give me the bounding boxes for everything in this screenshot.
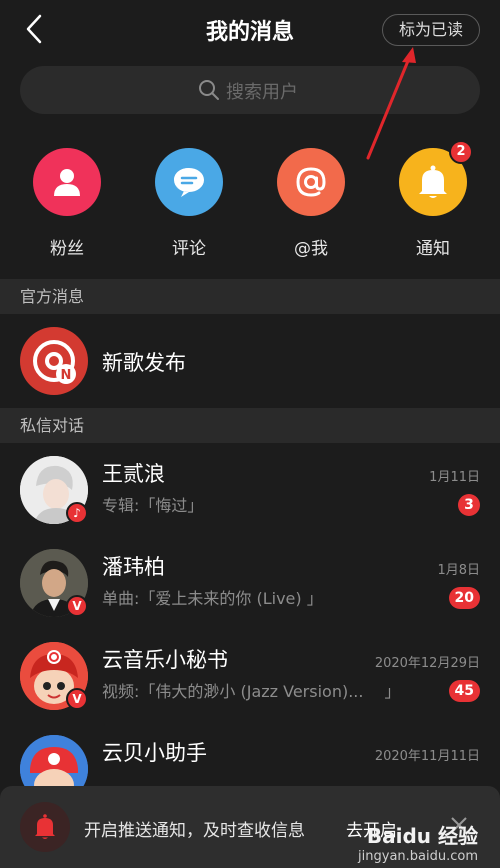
conversation-name: 云贝小助手 bbox=[102, 741, 207, 765]
category-label: @我 bbox=[294, 239, 328, 259]
conversation-item[interactable]: V 云音乐小秘书 视频:「伟大的渺小 (Jazz Version)... 」 2… bbox=[0, 630, 500, 722]
category-circle bbox=[33, 148, 101, 216]
conversation-preview: 专辑:「悔过」 bbox=[102, 496, 204, 515]
bell-container bbox=[20, 802, 70, 852]
conversation-preview: 视频:「伟大的渺小 (Jazz Version)... 」 bbox=[102, 682, 401, 701]
mark-as-read-button[interactable]: 标为已读 bbox=[382, 14, 480, 46]
watermark-logo: Baidu 经验 bbox=[366, 824, 478, 848]
conversation-item[interactable]: V 潘玮柏 单曲:「爱上未来的你 (Live) 」 1月8日 20 bbox=[0, 537, 500, 629]
conversation-time: 2020年12月29日 bbox=[374, 656, 480, 671]
section-header-official: 官方消息 bbox=[0, 279, 500, 314]
category-circle: 2 bbox=[399, 140, 473, 216]
category-label: 评论 bbox=[172, 239, 206, 259]
category-fans[interactable]: 粉丝 bbox=[17, 148, 117, 259]
header: 我的消息 标为已读 bbox=[0, 0, 500, 60]
bell-icon bbox=[35, 814, 55, 839]
category-circle bbox=[155, 148, 223, 216]
verified-badge-icon: V bbox=[66, 595, 88, 617]
section-header-private: 私信对话 bbox=[0, 408, 500, 443]
category-label: 粉丝 bbox=[50, 239, 84, 259]
category-comments[interactable]: 评论 bbox=[139, 148, 239, 259]
push-prompt-text: 开启推送通知，及时查收信息 bbox=[84, 821, 305, 841]
category-mentions[interactable]: @我 bbox=[261, 148, 361, 259]
category-notifications[interactable]: 2 通知 bbox=[383, 140, 483, 259]
comment-icon bbox=[174, 168, 204, 197]
svg-text:N: N bbox=[61, 368, 72, 383]
search-input[interactable]: 搜索用户 bbox=[20, 66, 480, 114]
conversation-preview: 单曲:「爱上未来的你 (Live) 」 bbox=[102, 589, 323, 608]
unread-count-badge: 45 bbox=[448, 680, 480, 702]
conversation-name: 云音乐小秘书 bbox=[102, 648, 228, 672]
user-icon bbox=[54, 169, 80, 196]
category-circle bbox=[277, 148, 345, 216]
conversation-name: 潘玮柏 bbox=[102, 555, 165, 579]
official-item-title: 新歌发布 bbox=[102, 351, 186, 375]
conversation-time: 2020年11月11日 bbox=[374, 749, 480, 764]
avatar: N bbox=[20, 327, 88, 395]
unread-count-badge: 20 bbox=[448, 587, 480, 609]
search-placeholder: 搜索用户 bbox=[226, 82, 298, 103]
music-badge-icon: ♪ bbox=[66, 502, 88, 524]
watermark-url: jingyan.baidu.com bbox=[358, 849, 478, 864]
at-icon bbox=[296, 167, 326, 197]
category-label: 通知 bbox=[416, 239, 450, 259]
watermark: Baidu 经验 jingyan.baidu.com bbox=[358, 820, 478, 864]
unread-count-badge: 3 bbox=[458, 494, 480, 516]
search-icon bbox=[199, 80, 219, 100]
conversation-time: 1月11日 bbox=[429, 470, 480, 485]
conversation-item[interactable]: ♪ 王贰浪 专辑:「悔过」 1月11日 3 bbox=[0, 444, 500, 536]
conversation-time: 1月8日 bbox=[437, 563, 480, 578]
official-message-item[interactable]: N 新歌发布 bbox=[0, 315, 500, 407]
verified-badge-icon: V bbox=[66, 688, 88, 710]
new-song-icon: N bbox=[33, 340, 76, 384]
conversation-name: 王贰浪 bbox=[102, 462, 165, 486]
bell-icon bbox=[419, 165, 447, 198]
notification-count-badge: 2 bbox=[449, 140, 473, 164]
